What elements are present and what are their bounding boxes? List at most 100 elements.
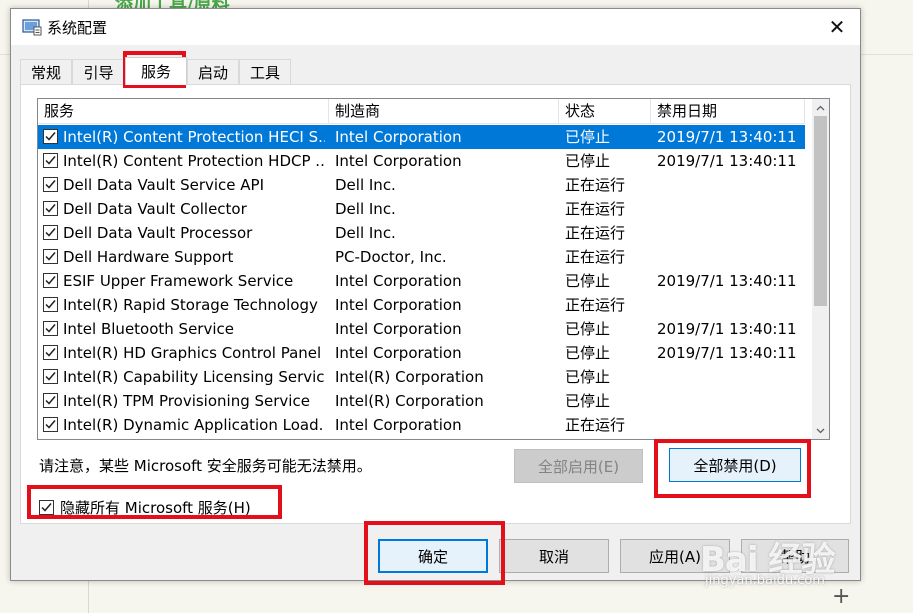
service-row[interactable]: Intel(R) Dynamic Application Load... Inte… xyxy=(38,413,805,437)
services-list[interactable]: 服务 制造商 状态 禁用日期 Intel(R) Content Protecti… xyxy=(37,98,830,440)
service-checkbox[interactable] xyxy=(43,153,58,168)
service-disabled-date: 2019/7/1 13:40:11 xyxy=(657,152,797,170)
service-status: 已停止 xyxy=(565,368,611,386)
service-status: 正在运行 xyxy=(565,200,626,218)
service-manufacturer: Dell Inc. xyxy=(335,176,396,194)
plus-icon[interactable]: + xyxy=(832,586,850,608)
highlight-hide-ms xyxy=(27,485,282,519)
service-manufacturer: Intel Corporation xyxy=(335,296,462,314)
service-disabled-date xyxy=(657,293,805,317)
title-bar: 系统配置 ✕ xyxy=(11,9,860,45)
cancel-button[interactable]: 取消 xyxy=(499,539,609,573)
service-status: 正在运行 xyxy=(565,416,626,434)
service-status: 正在运行 xyxy=(565,248,626,266)
highlight-disable-all xyxy=(654,439,811,498)
service-name: Intel(R) Capability Licensing Servic... xyxy=(63,368,325,386)
service-disabled-date: 2019/7/1 13:40:11 xyxy=(657,272,797,290)
service-checkbox[interactable] xyxy=(43,273,58,288)
tab-boot[interactable]: 引导 xyxy=(72,59,125,84)
service-checkbox[interactable] xyxy=(43,321,58,336)
service-name: Intel(R) Rapid Storage Technology xyxy=(63,296,318,314)
service-name: Intel(R) TPM Provisioning Service xyxy=(63,392,310,410)
service-row[interactable]: Intel(R) Rapid Storage Technology Intel C… xyxy=(38,293,805,317)
service-name: Intel Bluetooth Service xyxy=(63,320,234,338)
dialog-title: 系统配置 xyxy=(47,19,108,37)
service-disabled-date: 2019/7/1 13:40:11 xyxy=(657,128,797,146)
column-status[interactable]: 状态 xyxy=(559,99,651,124)
tab-startup[interactable]: 启动 xyxy=(187,59,239,84)
service-row[interactable]: Dell Hardware Support PC-Doctor, Inc. 正在运行 xyxy=(38,245,805,269)
service-status: 已停止 xyxy=(565,344,611,362)
service-name: Dell Hardware Support xyxy=(63,248,234,266)
scroll-up-icon[interactable] xyxy=(812,99,829,116)
service-disabled-date xyxy=(657,413,805,437)
service-name: Dell Data Vault Collector xyxy=(63,200,247,218)
service-disabled-date xyxy=(657,221,805,245)
baidu-watermark-url: jingyan.baidu.com xyxy=(705,573,825,588)
service-manufacturer: Intel(R) Corporation xyxy=(335,368,484,386)
service-checkbox[interactable] xyxy=(43,129,58,144)
service-checkbox[interactable] xyxy=(43,297,58,312)
service-name: Dell Data Vault Processor xyxy=(63,224,253,242)
tab-services[interactable]: 服务 xyxy=(125,57,187,85)
service-manufacturer: Intel Corporation xyxy=(335,152,462,170)
service-status: 已停止 xyxy=(565,320,611,338)
column-disabled-date[interactable]: 禁用日期 xyxy=(651,99,805,124)
service-name: Dell Data Vault Service API xyxy=(63,176,265,194)
scroll-down-icon[interactable] xyxy=(812,422,829,439)
service-status: 正在运行 xyxy=(565,296,626,314)
service-status: 已停止 xyxy=(565,272,611,290)
service-row[interactable]: Dell Data Vault Collector Dell Inc. 正在运行 xyxy=(38,197,805,221)
service-row[interactable]: Intel(R) Content Protection HDCP ... Inte… xyxy=(38,149,805,173)
scroll-thumb[interactable] xyxy=(814,116,827,306)
service-manufacturer: Intel Corporation xyxy=(335,128,462,146)
tab-tools[interactable]: 工具 xyxy=(239,59,291,84)
list-header: 服务 制造商 状态 禁用日期 xyxy=(38,99,805,124)
service-checkbox[interactable] xyxy=(43,225,58,240)
list-scrollbar[interactable] xyxy=(812,99,829,439)
service-name: Intel(R) Content Protection HDCP ... xyxy=(63,152,325,170)
service-disabled-date xyxy=(657,173,805,197)
service-status: 已停止 xyxy=(565,128,611,146)
service-name: Intel(R) Dynamic Application Load... xyxy=(63,416,325,434)
service-status: 正在运行 xyxy=(565,224,626,242)
msconfig-app-icon xyxy=(22,19,42,36)
service-disabled-date xyxy=(657,197,805,221)
service-manufacturer: Dell Inc. xyxy=(335,200,396,218)
service-name: Intel(R) HD Graphics Control Panel ... xyxy=(63,344,325,362)
service-row[interactable]: Intel(R) Capability Licensing Servic... I… xyxy=(38,365,805,389)
service-row[interactable]: Dell Data Vault Service API Dell Inc. 正在运行 xyxy=(38,173,805,197)
column-manufacturer[interactable]: 制造商 xyxy=(329,99,559,124)
tab-general[interactable]: 常规 xyxy=(20,59,72,84)
service-manufacturer: Dell Inc. xyxy=(335,224,396,242)
service-checkbox[interactable] xyxy=(43,201,58,216)
column-service[interactable]: 服务 xyxy=(38,99,329,124)
service-checkbox[interactable] xyxy=(43,369,58,384)
service-status: 已停止 xyxy=(565,392,611,410)
service-row[interactable]: Intel Bluetooth Service Intel Corporation… xyxy=(38,317,805,341)
service-manufacturer: Intel Corporation xyxy=(335,272,462,290)
service-status: 正在运行 xyxy=(565,176,626,194)
service-row[interactable]: Dell Data Vault Processor Dell Inc. 正在运行 xyxy=(38,221,805,245)
service-row[interactable]: Intel(R) HD Graphics Control Panel ... In… xyxy=(38,341,805,365)
service-disabled-date: 2019/7/1 13:40:11 xyxy=(657,344,797,362)
service-checkbox[interactable] xyxy=(43,345,58,360)
service-checkbox[interactable] xyxy=(43,249,58,264)
service-manufacturer: Intel Corporation xyxy=(335,416,462,434)
service-name: Intel(R) Content Protection HECI S... xyxy=(63,128,325,146)
service-disabled-date xyxy=(657,365,805,389)
service-row[interactable]: Intel(R) TPM Provisioning Service Intel(R… xyxy=(38,389,805,413)
service-checkbox[interactable] xyxy=(43,393,58,408)
service-checkbox[interactable] xyxy=(43,177,58,192)
service-status: 已停止 xyxy=(565,152,611,170)
service-row[interactable]: ESIF Upper Framework Service Intel Corpor… xyxy=(38,269,805,293)
enable-all-button[interactable]: 全部启用(E) xyxy=(514,449,643,483)
service-disabled-date xyxy=(657,245,805,269)
service-manufacturer: Intel(R) Corporation xyxy=(335,392,484,410)
service-checkbox[interactable] xyxy=(43,417,58,432)
service-disabled-date xyxy=(657,389,805,413)
close-icon[interactable]: ✕ xyxy=(814,9,860,45)
service-manufacturer: PC-Doctor, Inc. xyxy=(335,248,447,266)
service-row[interactable]: Intel(R) Content Protection HECI S... Int… xyxy=(38,125,805,149)
security-note: 请注意，某些 Microsoft 安全服务可能无法禁用。 xyxy=(39,457,372,475)
